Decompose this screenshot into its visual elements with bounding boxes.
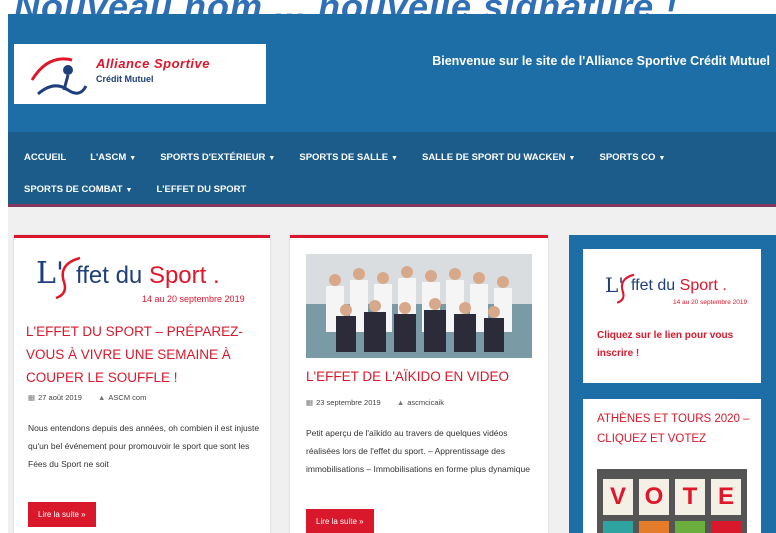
vote-image[interactable]: V O T E	[597, 469, 747, 533]
nav-row-2: SPORTS DE COMBAT ▼ L'EFFET DU SPORT	[24, 184, 270, 195]
nav-label: SPORTS D'EXTÉRIEUR	[160, 152, 266, 163]
sidebar-widget-effet: L' ffet du Sport . 14 au 20 septembre 20…	[583, 249, 761, 383]
effet-du-sport-logo[interactable]: L' ffet du Sport . 14 au 20 septembre 20…	[24, 250, 260, 306]
nav-label: ACCUEIL	[24, 152, 67, 163]
nav-label: SPORTS CO	[599, 152, 656, 163]
chevron-down-icon: ▼	[391, 155, 398, 162]
vote-letter: O	[639, 479, 669, 515]
nav-item-ascm[interactable]: L'ASCM ▼	[90, 152, 136, 163]
vote-tile	[639, 521, 669, 533]
read-more-button[interactable]: Lire la suite »	[306, 509, 374, 533]
post-meta: ▦ 23 septembre 2019 ▲ ascmcicaik	[306, 398, 444, 407]
vote-widget-title[interactable]: ATHÈNES ET TOURS 2020 – CLIQUEZ ET VOTEZ	[597, 409, 757, 449]
user-icon: ▲	[97, 393, 106, 402]
site-logo[interactable]: Alliance Sportive Crédit Mutuel	[14, 44, 266, 104]
welcome-text: Bienvenue sur le site de l'Alliance Spor…	[432, 54, 770, 68]
register-link[interactable]: Cliquez sur le lien pour vous inscrire !	[597, 327, 757, 363]
vote-letter: T	[675, 479, 705, 515]
aikido-group-photo	[306, 254, 532, 358]
logo-word: ffet du Sport .	[631, 277, 727, 295]
main-nav: ACCUEIL L'ASCM ▼ SPORTS D'EXTÉRIEUR ▼ SPOR…	[8, 132, 776, 204]
logo-subtitle: Crédit Mutuel	[96, 74, 154, 84]
chevron-down-icon: ▼	[125, 187, 133, 194]
chevron-down-icon: ▼	[268, 155, 276, 162]
sidebar-widget-vote: ATHÈNES ET TOURS 2020 – CLIQUEZ ET VOTEZ…	[583, 399, 761, 533]
post-card: L' ffet du Sport . 14 au 20 septembre 20…	[14, 235, 270, 533]
vote-tile	[675, 521, 705, 533]
main-content: L' ffet du Sport . 14 au 20 septembre 20…	[8, 207, 776, 533]
post-meta: ▦ 27 août 2019 ▲ ASCM com	[28, 393, 146, 402]
post-date[interactable]: 27 août 2019	[38, 393, 82, 402]
website-frame: Alliance Sportive Crédit Mutuel Bienvenu…	[8, 14, 776, 533]
chevron-down-icon: ▼	[658, 155, 666, 162]
nav-item-sports-co[interactable]: SPORTS CO ▼	[599, 152, 665, 163]
nav-item-accueil[interactable]: ACCUEIL	[24, 152, 66, 163]
post-author[interactable]: ASCM com	[108, 393, 146, 402]
ascm-logo-icon	[30, 57, 88, 96]
post-excerpt: Nous entendons depuis des années, oh com…	[28, 423, 260, 469]
logo-word-part: ffet du	[76, 262, 149, 289]
read-more-button[interactable]: Lire la suite »	[28, 502, 96, 527]
site-header: Alliance Sportive Crédit Mutuel Bienvenu…	[8, 14, 776, 132]
vote-tile	[603, 521, 633, 533]
post-date[interactable]: 23 septembre 2019	[316, 398, 381, 407]
user-icon: ▲	[396, 398, 405, 407]
post-title-link[interactable]: L'EFFET DE L'AÏKIDO EN VIDEO	[306, 365, 538, 388]
nav-row-1: ACCUEIL L'ASCM ▼ SPORTS D'EXTÉRIEUR ▼ SPOR…	[24, 152, 689, 163]
logo-word: ffet du Sport .	[76, 262, 220, 290]
post-author[interactable]: ascmcicaik	[407, 398, 444, 407]
nav-label: L'EFFET DU SPORT	[156, 184, 247, 195]
calendar-icon: ▦	[306, 398, 314, 407]
logo-dot: .	[206, 262, 220, 289]
logo-sport-word: Sport	[679, 277, 718, 294]
post-title-link[interactable]: L'EFFET DU SPORT – PRÉPAREZ-VOUS À VIVRE…	[26, 320, 258, 389]
effet-du-sport-logo[interactable]: L' ffet du Sport . 14 au 20 septembre 20…	[601, 269, 751, 313]
calendar-icon: ▦	[28, 393, 36, 402]
vote-letter: E	[711, 479, 741, 515]
logo-sport-word: Sport	[148, 262, 207, 289]
post-photo[interactable]	[306, 254, 532, 358]
nav-item-effet-du-sport[interactable]: L'EFFET DU SPORT	[156, 184, 246, 195]
nav-item-salle-wacken[interactable]: SALLE DE SPORT DU WACKEN ▼	[422, 152, 576, 163]
logo-word-part: ffet du	[631, 277, 680, 294]
vote-tile	[711, 521, 741, 533]
logo-title: Alliance Sportive	[96, 56, 210, 71]
post-card: L'EFFET DE L'AÏKIDO EN VIDEO ▦ 23 septemb…	[290, 235, 548, 533]
nav-label: SALLE DE SPORT DU WACKEN	[421, 152, 566, 163]
chevron-down-icon: ▼	[129, 155, 137, 162]
sidebar: L' ffet du Sport . 14 au 20 septembre 20…	[569, 235, 776, 533]
nav-item-sports-salle[interactable]: SPORTS DE SALLE ▼	[299, 152, 398, 163]
nav-label: L'ASCM	[90, 152, 127, 163]
logo-date: 14 au 20 septembre 2019	[142, 294, 245, 304]
logo-date: 14 au 20 septembre 2019	[673, 299, 748, 306]
post-excerpt: Petit aperçu de l'aïkido au travers de q…	[306, 428, 530, 474]
nav-item-sports-exterieur[interactable]: SPORTS D'EXTÉRIEUR ▼	[160, 152, 275, 163]
chevron-down-icon: ▼	[568, 155, 576, 162]
logo-dot: .	[717, 277, 727, 294]
nav-label: SPORTS DE SALLE	[299, 152, 389, 163]
vote-letter: V	[603, 479, 633, 515]
nav-label: SPORTS DE COMBAT	[24, 184, 123, 195]
nav-item-sports-combat[interactable]: SPORTS DE COMBAT ▼	[24, 184, 132, 195]
